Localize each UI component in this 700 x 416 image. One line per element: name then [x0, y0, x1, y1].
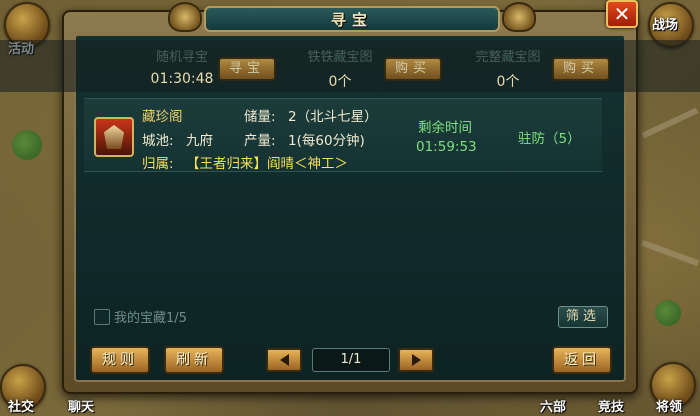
- my-treasure-checkbox[interactable]: [94, 309, 110, 325]
- treasure-building-icon: [94, 117, 134, 157]
- output-value: 1(每60分钟): [288, 133, 365, 149]
- title-ornament-left: [168, 2, 202, 32]
- prev-page-button[interactable]: [266, 348, 302, 372]
- panel-title: 寻宝: [330, 10, 373, 29]
- output-label: 产量:: [244, 133, 276, 149]
- buy-full-map-button[interactable]: 购买: [552, 57, 610, 81]
- next-page-button[interactable]: [398, 348, 434, 372]
- title-ornament-right: [502, 2, 536, 32]
- map-tree: [12, 130, 42, 160]
- garrison-link[interactable]: 驻防（5）: [518, 127, 581, 147]
- remaining-time-value: 01:59:53: [416, 139, 477, 155]
- storage-value: 2（北斗七星）: [288, 109, 378, 125]
- back-button[interactable]: 返回: [552, 346, 612, 374]
- map-tree: [655, 300, 681, 326]
- close-icon: ✕: [613, 2, 631, 26]
- refresh-button[interactable]: 刷新: [164, 346, 224, 374]
- page-indicator: 1/1: [312, 348, 390, 372]
- arrow-right-icon: [411, 354, 421, 366]
- owner-value: 【王者归来】阎晴＜神工＞: [186, 156, 348, 172]
- compete-label[interactable]: 竞技: [598, 396, 624, 415]
- social-label: 社交: [8, 400, 35, 415]
- remaining-time-label: 剩余时间: [418, 120, 472, 136]
- treasure-name: 藏珍阁: [142, 109, 183, 125]
- rules-button[interactable]: 规则: [90, 346, 150, 374]
- general-label: 将领: [656, 400, 683, 415]
- filter-button[interactable]: 筛选: [558, 306, 608, 328]
- treasure-row[interactable]: 藏珍阁 城池: 九府 储量: 2（北斗七星） 产量: 1(每60分钟) 归属: …: [84, 98, 602, 172]
- battlefield-label: 战场: [652, 18, 679, 33]
- arrow-left-icon: [279, 354, 289, 366]
- city-value: 九府: [186, 133, 213, 149]
- owner-label: 归属:: [142, 156, 174, 172]
- title-bar: 寻宝: [204, 6, 500, 32]
- city-label: 城池:: [142, 133, 174, 149]
- my-treasure-label: 我的宝藏1/5: [114, 311, 187, 326]
- ministry-label[interactable]: 六部: [540, 396, 566, 415]
- close-button[interactable]: ✕: [606, 0, 638, 28]
- chat-label[interactable]: 聊天: [68, 396, 94, 415]
- storage-label: 储量:: [244, 109, 276, 125]
